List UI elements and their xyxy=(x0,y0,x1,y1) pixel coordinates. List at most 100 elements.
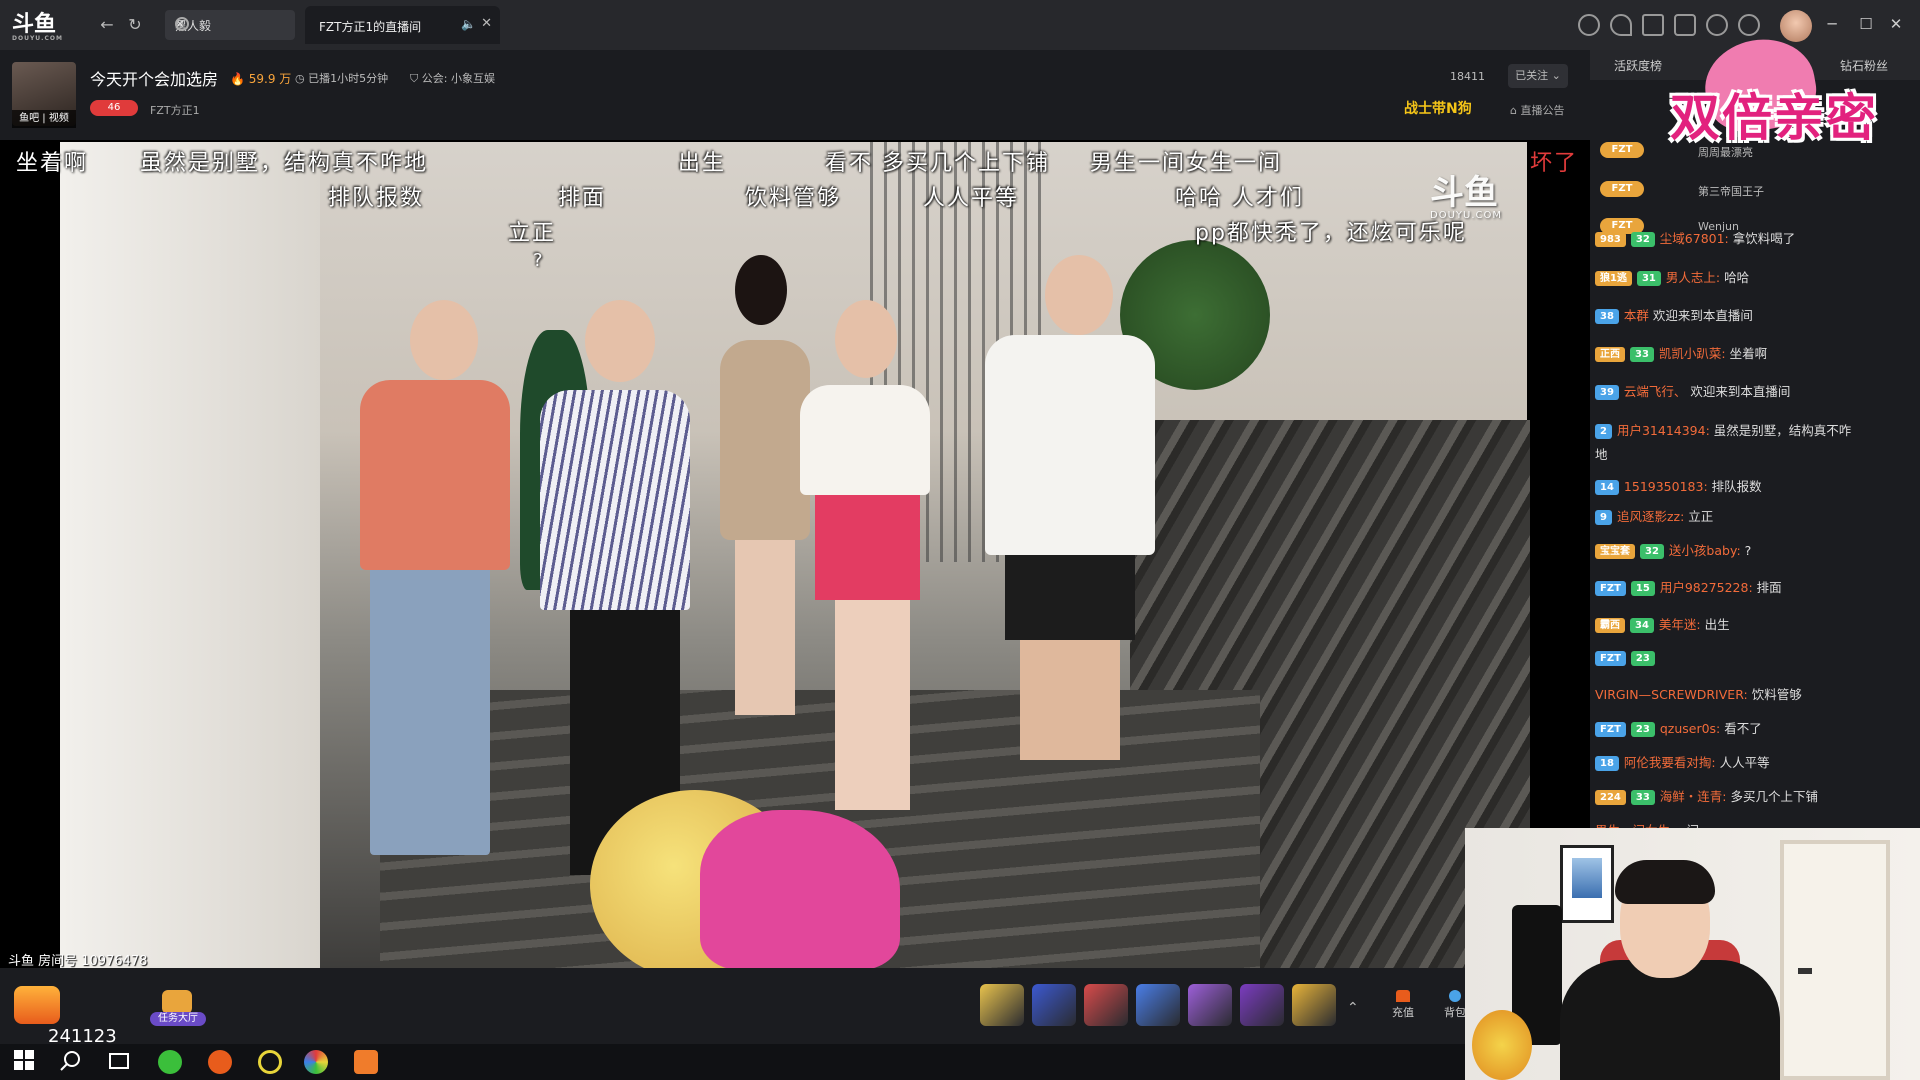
rank-user-name: 第三帝国王子 xyxy=(1698,185,1764,198)
heart-icon[interactable] xyxy=(1610,14,1632,36)
fan-level-badge: 2 xyxy=(1595,424,1612,439)
video-pink-toy xyxy=(700,810,900,970)
gift-item[interactable] xyxy=(1136,984,1180,1026)
fan-level-badge: 32 xyxy=(1640,544,1664,559)
search-icon[interactable] xyxy=(175,17,189,31)
chat-message[interactable]: 9 追风逐影zz: 立正 xyxy=(1595,506,1713,525)
chat-message[interactable]: 224 33 海鲜・连青: 多买几个上下铺 xyxy=(1595,786,1818,805)
tab-stream[interactable]: FZT方正1的直播间 🔈 ✕ xyxy=(305,6,500,44)
person-3-body xyxy=(720,340,810,540)
chat-text: 欢迎来到本直播间 xyxy=(1686,384,1791,399)
chat-message[interactable]: 38 本群 欢迎来到本直播间 xyxy=(1595,305,1753,324)
refresh-icon[interactable]: ↻ xyxy=(125,15,145,35)
chat-username[interactable]: 追风逐影zz: xyxy=(1617,509,1684,524)
douyu-app-icon[interactable] xyxy=(354,1050,378,1074)
fan-badge[interactable]: 战士带N狗 xyxy=(1404,98,1472,118)
chat-message[interactable]: 霸西 34 美年迷: 出生 xyxy=(1595,614,1730,633)
chat-username[interactable]: VIRGIN—SCREWDRIVER: xyxy=(1595,687,1748,702)
speaker-icon[interactable]: 🔈 xyxy=(461,17,476,31)
chat-username[interactable]: 海鲜・连青: xyxy=(1660,789,1727,804)
gift-item[interactable] xyxy=(1188,984,1232,1026)
app-ring-icon[interactable] xyxy=(258,1050,282,1074)
chat-username[interactable]: 男人志上: xyxy=(1666,270,1720,285)
task-view-icon[interactable] xyxy=(108,1050,132,1074)
chat-username[interactable]: 本群 xyxy=(1624,308,1649,323)
danmu-comment: 排队报数 xyxy=(328,186,425,211)
chat-username[interactable]: 1519350183: xyxy=(1624,479,1708,494)
windows-start-icon[interactable] xyxy=(14,1050,38,1074)
chat-message[interactable]: 宝宝套 32 送小孩baby: ? xyxy=(1595,540,1751,559)
chat-message[interactable]: 983 32 尘域67801: 拿饮料喝了 xyxy=(1595,228,1795,247)
fan-level-badge: FZT xyxy=(1595,581,1626,596)
chat-message[interactable]: 正西 33 凯凯小趴菜: 坐着啊 xyxy=(1595,343,1767,362)
window-close-icon[interactable]: ✕ xyxy=(1886,14,1906,34)
chat-username[interactable]: 阿伦我要看对掏: xyxy=(1624,755,1716,770)
chat-message[interactable]: FZT 15 用户98275228: 排面 xyxy=(1595,577,1782,596)
chat-message[interactable]: VIRGIN—SCREWDRIVER: 饮料管够 xyxy=(1595,684,1802,703)
search-input[interactable]: 黑人毅 ✕ xyxy=(165,10,295,40)
close-icon[interactable]: ✕ xyxy=(175,17,271,31)
chat-username[interactable]: 用户31414394: xyxy=(1617,423,1710,438)
chat-message[interactable]: FZT 23 xyxy=(1595,650,1660,666)
danmu-comment: 哈哈 人才们 xyxy=(1175,186,1304,211)
chat-username[interactable]: 凯凯小趴菜: xyxy=(1659,346,1726,361)
history-icon[interactable] xyxy=(1578,14,1600,36)
chat-username[interactable]: 美年迷: xyxy=(1659,617,1701,632)
chat-message[interactable]: 39 云端飞行、 欢迎来到本直播间 xyxy=(1595,381,1790,400)
gift-item[interactable] xyxy=(1084,984,1128,1026)
chat-message[interactable]: 14 1519350183: 排队报数 xyxy=(1595,476,1762,495)
app-icon[interactable] xyxy=(208,1050,232,1074)
webcam-rocket-toy xyxy=(1472,1010,1532,1080)
chevron-up-icon[interactable]: ⌃ xyxy=(1347,1000,1359,1016)
tab-close-icon[interactable]: ✕ xyxy=(481,16,492,31)
wechat-icon[interactable] xyxy=(158,1050,182,1074)
chat-message[interactable]: 18 阿伦我要看对掏: 人人平等 xyxy=(1595,752,1770,771)
gift-item[interactable] xyxy=(980,984,1024,1026)
chat-message[interactable]: 地 xyxy=(1595,444,1608,463)
task-hall-button[interactable]: 任务大厅 xyxy=(150,990,206,1028)
guild-value: 公会: 小象互娱 xyxy=(421,72,495,85)
message-icon[interactable] xyxy=(1706,14,1728,36)
chat-username[interactable]: 云端飞行、 xyxy=(1624,384,1687,399)
recharge-button[interactable]: 充值 xyxy=(1383,990,1423,1020)
gift-item[interactable] xyxy=(1292,984,1336,1026)
chrome-icon[interactable] xyxy=(304,1050,328,1074)
chat-username[interactable]: 尘域67801: xyxy=(1660,231,1729,246)
user-avatar[interactable] xyxy=(1780,10,1812,42)
chat-username[interactable]: 送小孩baby: xyxy=(1669,543,1741,558)
gift-item[interactable] xyxy=(1032,984,1076,1026)
taskbar-search-icon[interactable] xyxy=(60,1050,84,1074)
avatar-label[interactable]: 鱼吧 | 视频 xyxy=(12,110,76,128)
streamer-name[interactable]: FZT方正1 xyxy=(150,102,200,118)
fan-level-badge: 15 xyxy=(1630,581,1655,596)
double-intimacy-banner[interactable]: 双倍亲密 xyxy=(1615,31,1920,170)
fan-level-badge: 33 xyxy=(1630,347,1654,362)
guild[interactable]: ⛉ 公会: 小象互娱 xyxy=(410,70,495,86)
person-4-skirt xyxy=(815,490,920,600)
chat-message[interactable]: 狼1逃 31 男人志上: 哈哈 xyxy=(1595,267,1749,286)
announcement-button[interactable]: ⌂ 直播公告 xyxy=(1510,102,1564,118)
danmu-comment: 看不 多买几个上下铺 xyxy=(825,151,1050,176)
danmu-comment: 立正 xyxy=(508,221,557,246)
chat-message[interactable]: FZT 23 qzuser0s: 看不了 xyxy=(1595,718,1762,737)
chat-text: 坐着啊 xyxy=(1725,346,1768,361)
douyu-logo[interactable]: 斗鱼 DOUYU.COM xyxy=(12,10,74,42)
follow-button[interactable]: 已关注 ⌄ xyxy=(1508,64,1568,88)
maximize-icon[interactable]: ☐ xyxy=(1856,14,1876,34)
danmu-comment: 虽然是别墅，结构真不咋地 xyxy=(140,151,429,176)
backpack-icon xyxy=(1449,990,1461,1002)
minimize-icon[interactable]: ─ xyxy=(1822,14,1842,34)
person-3-legs xyxy=(735,535,795,715)
chat-username[interactable]: qzuser0s: xyxy=(1660,721,1720,736)
person-1-body xyxy=(360,380,510,570)
settings-icon[interactable] xyxy=(1738,14,1760,36)
gift-item[interactable] xyxy=(1240,984,1284,1026)
chat-username[interactable]: 用户98275228: xyxy=(1660,580,1753,595)
calendar-icon[interactable] xyxy=(1642,14,1664,36)
chat-message[interactable]: 2 用户31414394: 虽然是别墅，结构真不咋 xyxy=(1595,420,1851,439)
fire-icon[interactable] xyxy=(14,986,60,1024)
shirt-icon[interactable] xyxy=(1674,14,1696,36)
fan-level-badge: 宝宝套 xyxy=(1595,544,1635,559)
person-4-legs xyxy=(835,600,910,810)
back-arrow-icon[interactable]: ← xyxy=(97,15,117,35)
